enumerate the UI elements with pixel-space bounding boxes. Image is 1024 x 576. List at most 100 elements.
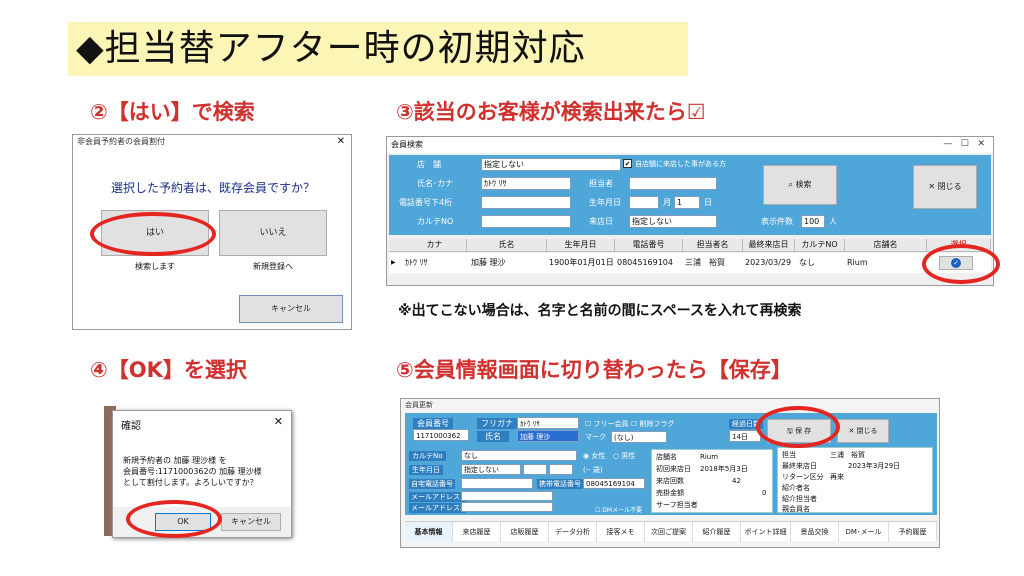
name-input[interactable]: 加藤 理沙 <box>517 430 579 442</box>
row-pointer-icon: ▶ <box>391 259 396 266</box>
tab-referral-history[interactable]: 紹介履歴 <box>693 522 741 542</box>
mail1-label: メールアドレス1 <box>409 492 467 502</box>
close-button-label: 閉じる <box>856 427 878 435</box>
col-staff: 担当者名 <box>683 239 743 251</box>
visits-value: 42 <box>732 477 741 485</box>
birth-month-select[interactable] <box>523 464 547 475</box>
member-search-window: 会員検索 — ☐ ✕ 店 舗 指定しない ✔ 自店舗に来店した事がある方 氏名･… <box>386 136 994 286</box>
confirm-line-2: 会員番号:1171000362の 加藤 理沙様 <box>123 467 262 476</box>
mail1-input[interactable] <box>461 491 553 501</box>
page-title: ◆担当替アフター時の初期対応 <box>76 28 586 69</box>
tab-next-proposal[interactable]: 次回ご提案 <box>645 522 693 542</box>
window-title: 会員検索 <box>387 137 993 153</box>
store-select[interactable]: 指定しない <box>481 158 621 171</box>
name-label: 氏名 <box>477 431 509 442</box>
confirm-title: 確認 <box>121 421 141 432</box>
col-birth: 生年月日 <box>547 239 615 251</box>
tab-data-analysis[interactable]: データ分析 <box>549 522 597 542</box>
phone-input[interactable] <box>481 196 571 209</box>
kana-input[interactable]: ｶﾄｳ ﾘｻ <box>517 417 579 429</box>
tab-sales-history[interactable]: 店販履歴 <box>501 522 549 542</box>
highlight-circle <box>922 244 1000 284</box>
home-phone-label: 自宅電話番号 <box>409 479 455 489</box>
member-panel: 会員番号 1171000362 フリガナ ｶﾄｳ ﾘｻ 氏名 加藤 理沙 ☐ フ… <box>405 413 937 515</box>
home-phone-input[interactable] <box>461 478 533 489</box>
male-label: 男性 <box>621 452 636 460</box>
window-controls[interactable]: — ☐ ✕ <box>943 139 985 149</box>
mobile-label: 携帯電話番号 <box>537 479 583 489</box>
tab-visit-history[interactable]: 来店履歴 <box>453 522 501 542</box>
visit-label: 来店日 <box>589 217 613 226</box>
birth-day-select[interactable] <box>549 464 573 475</box>
highlight-circle <box>90 212 216 256</box>
confirm-line-3: として割付します。よろしいですか？ <box>123 478 258 487</box>
count-input[interactable]: 100 <box>801 215 825 228</box>
table-row[interactable]: ▶ ｶﾄｳ ﾘｻ 加藤 理沙 1900年01月01日 08045169104 三… <box>389 253 991 273</box>
cell-name: 加藤 理沙 <box>471 258 506 267</box>
tab-prize-exchange[interactable]: 景品交換 <box>791 522 839 542</box>
close-button[interactable]: ✕ 閉じる <box>837 419 889 443</box>
visit-select[interactable]: 指定しない <box>629 215 717 228</box>
own-store-label: 自店舗に来店した事がある方 <box>635 160 726 168</box>
mail2-label: メールアドレス2 <box>409 503 467 513</box>
mobile-input[interactable]: 08045169104 <box>583 478 645 489</box>
return-value: 再来 <box>830 473 844 481</box>
cell-birth: 1900年01月01日 <box>549 258 614 267</box>
free-member-label: フリー会員 <box>593 420 629 428</box>
close-icon: ✕ <box>928 182 938 191</box>
chart-input[interactable] <box>481 215 571 228</box>
female-radio[interactable]: ◉ 女性 <box>583 451 605 461</box>
female-label: 女性 <box>591 452 606 460</box>
member-no-value: 1171000362 <box>413 429 469 441</box>
close-button[interactable]: ✕ 閉じる <box>913 165 977 209</box>
own-store-checkbox[interactable]: ✔ <box>623 159 632 168</box>
search-button[interactable]: ⌕ 検索 <box>763 165 837 205</box>
close-icon[interactable]: ✕ <box>337 136 345 147</box>
cell-store: Rium <box>847 258 868 267</box>
col-name: 氏名 <box>467 239 547 251</box>
mark-select[interactable]: (なし) <box>611 431 667 443</box>
tab-service-memo[interactable]: 接客メモ <box>597 522 645 542</box>
chart-input[interactable]: なし <box>461 450 577 461</box>
close-icon[interactable]: ✕ <box>274 415 283 428</box>
chart-label: カルテNo <box>409 451 446 461</box>
free-member-checkbox[interactable]: ☐ フリー会員 <box>585 419 629 429</box>
tab-reservation-history[interactable]: 予約履歴 <box>889 522 937 542</box>
tab-point-details[interactable]: ポイント詳細 <box>741 522 791 542</box>
tab-dm-mail[interactable]: DM･メール <box>839 522 889 542</box>
search-icon: ⌕ <box>788 180 796 189</box>
visit-info-box: 店舗名 Rium 初回来店日 2018年5月3日 来店回数 42 売掛金額 0 … <box>651 449 773 513</box>
family-label: 親会員名 <box>782 505 810 513</box>
tab-bar: 基本情報 来店履歴 店販履歴 データ分析 接客メモ 次回ご提案 紹介履歴 ポイン… <box>405 521 937 542</box>
dm-checkbox[interactable]: ☐ DMメール不要 <box>595 505 642 514</box>
no-caption: 新規登録へ <box>253 262 293 271</box>
cell-kana: ｶﾄｳ ﾘｻ <box>405 258 428 267</box>
dm-label: DMメール不要 <box>602 507 643 514</box>
surf-staff-label: サーフ担当者 <box>656 501 698 509</box>
cell-staff: 三浦 裕賀 <box>685 258 725 267</box>
month-unit: 月 <box>663 198 671 207</box>
member-update-window: 会員更新 会員番号 1171000362 フリガナ ｶﾄｳ ﾘｻ 氏名 加藤 理… <box>400 398 940 548</box>
col-kana: カナ <box>403 239 467 251</box>
count-unit: 人 <box>829 217 837 226</box>
no-button[interactable]: いいえ <box>219 210 327 256</box>
cell-chart: なし <box>799 258 815 267</box>
staff-input[interactable] <box>629 177 717 190</box>
staff-info-box: 担当 三浦 裕賀 最終来店日 2023年3月29日 リターン区分 再来 紹介者名… <box>777 447 933 513</box>
mail2-input[interactable] <box>461 502 553 512</box>
delete-flag-checkbox[interactable]: ☐ 削除フラグ <box>631 419 675 429</box>
cell-last-visit: 2023/03/29 <box>745 258 792 267</box>
birth-year-select[interactable] <box>629 196 659 209</box>
confirm-line-1: 新規予約者の 加藤 理沙様 を <box>123 456 227 465</box>
birth-month-select[interactable]: 1 <box>674 196 700 209</box>
cancel-button[interactable]: キャンセル <box>239 295 343 323</box>
search-button-label: 検索 <box>795 180 812 189</box>
birth-label: 生年月日 <box>409 465 443 475</box>
birth-select[interactable]: 指定しない <box>461 464 521 475</box>
name-input[interactable]: ｶﾄｳ ﾘｻ <box>481 177 571 190</box>
male-radio[interactable]: ○ 男性 <box>613 451 635 461</box>
close-button-label: 閉じる <box>937 182 962 191</box>
tab-basic-info[interactable]: 基本情報 <box>405 522 453 542</box>
step3-heading: ③該当のお客様が検索出来たら☑ <box>396 100 706 124</box>
cancel-button[interactable]: キャンセル <box>221 513 281 531</box>
